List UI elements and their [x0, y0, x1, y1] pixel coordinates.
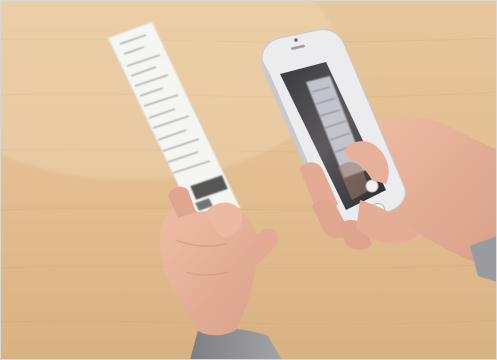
shutter-icon	[365, 179, 379, 193]
photo-frame	[0, 0, 497, 360]
photo-scene	[0, 0, 497, 360]
front-camera	[294, 38, 298, 42]
